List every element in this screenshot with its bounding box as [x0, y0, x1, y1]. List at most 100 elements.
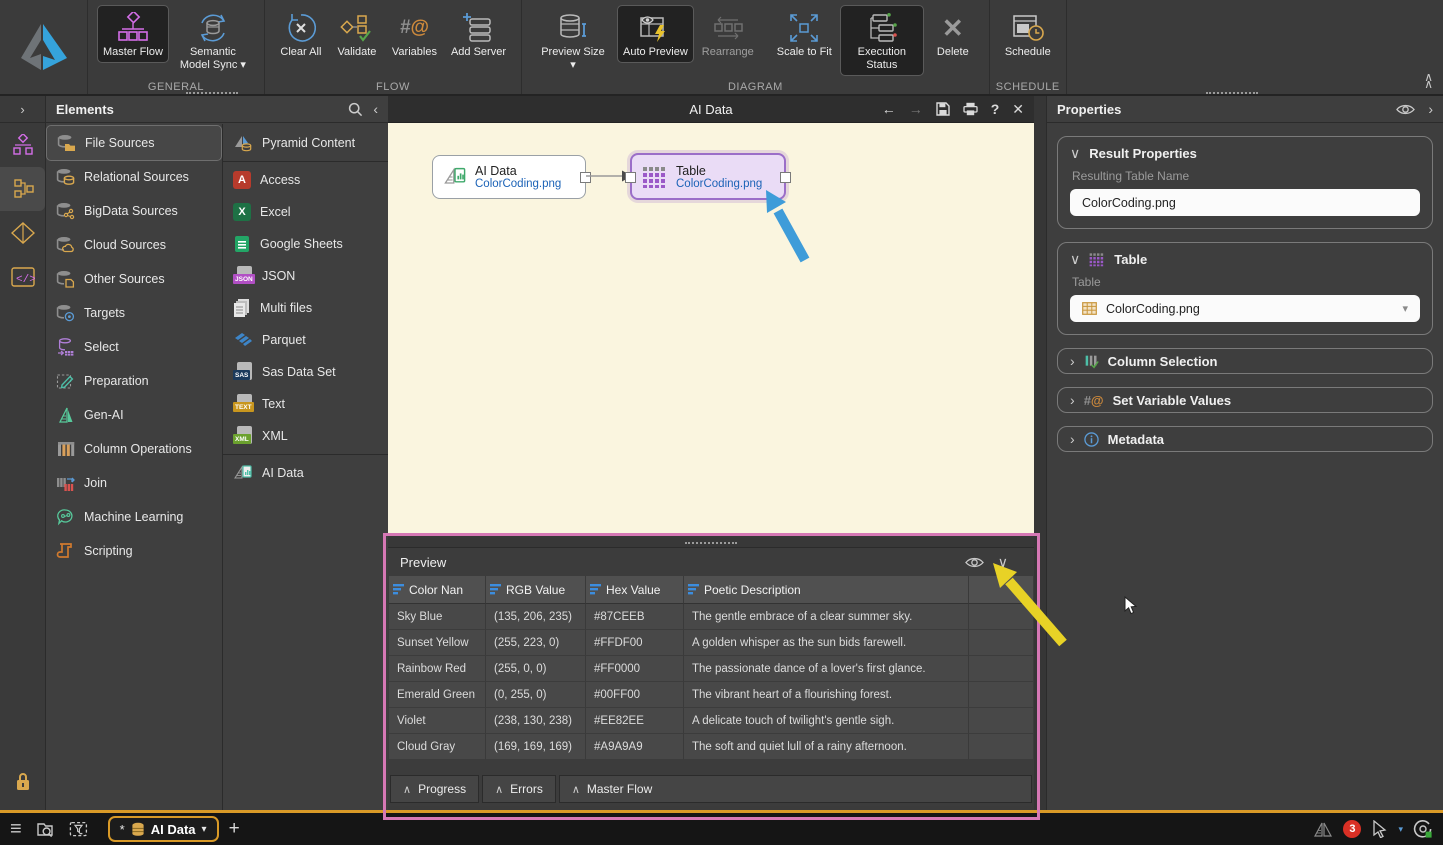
- source-pyramid-content[interactable]: Pyramid Content: [223, 127, 388, 159]
- category-join[interactable]: Join: [46, 466, 222, 500]
- output-port[interactable]: [780, 172, 791, 183]
- category-bigdata-sources[interactable]: BigData Sources: [46, 194, 222, 228]
- rearrange-button[interactable]: Rearrange: [697, 6, 759, 62]
- source-sas[interactable]: SAS Sas Data Set: [223, 356, 388, 388]
- panel-resize-grip[interactable]: [186, 92, 238, 94]
- redo-icon[interactable]: →: [909, 102, 923, 116]
- table-row[interactable]: Sunset Yellow (255, 223, 0) #FFDF00 A go…: [389, 630, 1033, 656]
- section-expand-icon[interactable]: ›: [1070, 353, 1075, 369]
- category-other-sources[interactable]: Other Sources: [46, 262, 222, 296]
- master-flow-button[interactable]: Master Flow: [98, 6, 168, 62]
- elements-collapse-icon[interactable]: ‹: [373, 102, 378, 116]
- category-cloud-sources[interactable]: Cloud Sources: [46, 228, 222, 262]
- category-preparation[interactable]: Preparation: [46, 364, 222, 398]
- properties-eye-icon[interactable]: [1396, 103, 1415, 116]
- pyramid-status-icon[interactable]: [1313, 820, 1333, 838]
- table-row[interactable]: Emerald Green (0, 255, 0) #00FF00 The vi…: [389, 682, 1033, 708]
- source-access[interactable]: A Access: [223, 164, 388, 196]
- rail-expand-button[interactable]: ›: [0, 96, 45, 123]
- section-expand-icon[interactable]: ∨: [1070, 251, 1080, 268]
- source-parquet[interactable]: Parquet: [223, 324, 388, 356]
- progress-tab[interactable]: ∧ Progress: [390, 775, 479, 803]
- table-row[interactable]: Violet (238, 130, 238) #EE82EE A delicat…: [389, 708, 1033, 734]
- content-search-icon[interactable]: [36, 821, 55, 838]
- table-dropdown[interactable]: ColorCoding.png ▾: [1070, 295, 1420, 322]
- pointer-caret-icon[interactable]: ▾: [1398, 824, 1403, 835]
- print-icon[interactable]: [963, 102, 978, 116]
- document-tab-ai-data[interactable]: * AI Data ▾: [108, 816, 219, 842]
- node-table[interactable]: Table ColorCoding.png: [630, 153, 786, 200]
- scale-to-fit-button[interactable]: Scale to Fit: [772, 6, 837, 62]
- column-header-poetic-description[interactable]: Poetic Description: [684, 576, 969, 604]
- pointer-tool-icon[interactable]: [1371, 820, 1388, 838]
- source-json[interactable]: JSON JSON: [223, 260, 388, 292]
- column-header-hex-value[interactable]: Hex Value: [586, 576, 684, 604]
- delete-button[interactable]: ✕ Delete: [927, 6, 979, 62]
- semantic-model-sync-button[interactable]: Semantic Model Sync ▾: [172, 6, 254, 75]
- category-select[interactable]: Select: [46, 330, 222, 364]
- category-machine-learning[interactable]: Machine Learning: [46, 500, 222, 534]
- table-row[interactable]: Rainbow Red (255, 0, 0) #FF0000 The pass…: [389, 656, 1033, 682]
- column-header-rgb-value[interactable]: RGB Value: [486, 576, 586, 604]
- clear-all-button[interactable]: Clear All: [275, 6, 327, 62]
- section-expand-icon[interactable]: ›: [1070, 431, 1075, 447]
- save-icon[interactable]: [936, 102, 950, 116]
- category-relational-sources[interactable]: Relational Sources: [46, 160, 222, 194]
- category-column-operations[interactable]: Column Operations: [46, 432, 222, 466]
- preview-collapse-icon[interactable]: ∨: [998, 555, 1008, 569]
- help-icon[interactable]: ?: [991, 102, 1000, 116]
- resulting-table-name-input[interactable]: [1070, 189, 1420, 216]
- auto-preview-button[interactable]: Auto Preview: [618, 6, 693, 62]
- add-server-button[interactable]: Add Server: [446, 6, 511, 62]
- pyramid-logo[interactable]: [0, 0, 88, 94]
- rail-model-tab[interactable]: [0, 211, 45, 255]
- close-icon[interactable]: ✕: [1012, 102, 1024, 116]
- connection-status-icon[interactable]: [1413, 819, 1433, 839]
- section-expand-icon[interactable]: ∨: [1070, 145, 1080, 162]
- table-row[interactable]: Sky Blue (135, 206, 235) #87CEEB The gen…: [389, 604, 1033, 630]
- source-ai-data[interactable]: AI Data: [223, 457, 388, 489]
- rail-data-flow-tab[interactable]: [0, 167, 45, 211]
- node-ai-data[interactable]: AI Data ColorCoding.png: [432, 155, 586, 199]
- canvas-preview-splitter[interactable]: [388, 533, 1034, 547]
- table-row[interactable]: Cloud Gray (169, 169, 169) #A9A9A9 The s…: [389, 734, 1033, 760]
- undo-icon[interactable]: ←: [882, 102, 896, 116]
- lock-icon[interactable]: [0, 772, 46, 792]
- errors-tab[interactable]: ∧ Errors: [482, 775, 556, 803]
- new-tab-button[interactable]: +: [229, 818, 240, 840]
- input-port[interactable]: [625, 172, 636, 183]
- preview-eye-icon[interactable]: [965, 556, 984, 569]
- properties-collapse-icon[interactable]: ›: [1428, 102, 1433, 116]
- filter-board-icon[interactable]: [69, 821, 88, 838]
- source-multi-files[interactable]: Multi files: [223, 292, 388, 324]
- column-selection-card[interactable]: › Column Selection: [1057, 348, 1433, 374]
- panel-resize-grip[interactable]: [1206, 92, 1258, 94]
- source-google-sheets[interactable]: Google Sheets: [223, 228, 388, 260]
- schedule-button[interactable]: Schedule: [1000, 6, 1056, 62]
- splitter-grip[interactable]: [685, 542, 737, 544]
- ribbon-collapse-button[interactable]: ∧∧: [1424, 74, 1433, 88]
- source-xml[interactable]: XML XML: [223, 420, 388, 452]
- category-scripting[interactable]: Scripting: [46, 534, 222, 568]
- execution-status-button[interactable]: Execution Status: [841, 6, 923, 75]
- category-file-sources[interactable]: File Sources: [47, 126, 221, 160]
- vertical-splitter[interactable]: [1034, 96, 1046, 810]
- preview-size-button[interactable]: Preview Size ▾: [532, 6, 614, 75]
- section-expand-icon[interactable]: ›: [1070, 392, 1075, 408]
- set-variable-values-card[interactable]: › #@ Set Variable Values: [1057, 387, 1433, 413]
- master-flow-tab[interactable]: ∧ Master Flow: [559, 775, 1032, 803]
- rail-code-tab[interactable]: </>: [0, 255, 45, 299]
- metadata-card[interactable]: › Metadata: [1057, 426, 1433, 452]
- hamburger-menu-icon[interactable]: ≡: [10, 818, 22, 841]
- rail-master-flow-tab[interactable]: [0, 123, 45, 167]
- source-excel[interactable]: X Excel: [223, 196, 388, 228]
- column-header-color-name[interactable]: Color Nan: [389, 576, 486, 604]
- category-gen-ai[interactable]: Gen-AI: [46, 398, 222, 432]
- variables-button[interactable]: #@ Variables: [387, 6, 442, 62]
- category-targets[interactable]: Targets: [46, 296, 222, 330]
- source-text[interactable]: TEXT Text: [223, 388, 388, 420]
- flow-canvas[interactable]: AI Data ColorCoding.png Table ColorCodin…: [388, 123, 1034, 533]
- validate-button[interactable]: Validate: [331, 6, 383, 62]
- notification-badge[interactable]: 3: [1343, 820, 1361, 838]
- search-icon[interactable]: [348, 102, 363, 117]
